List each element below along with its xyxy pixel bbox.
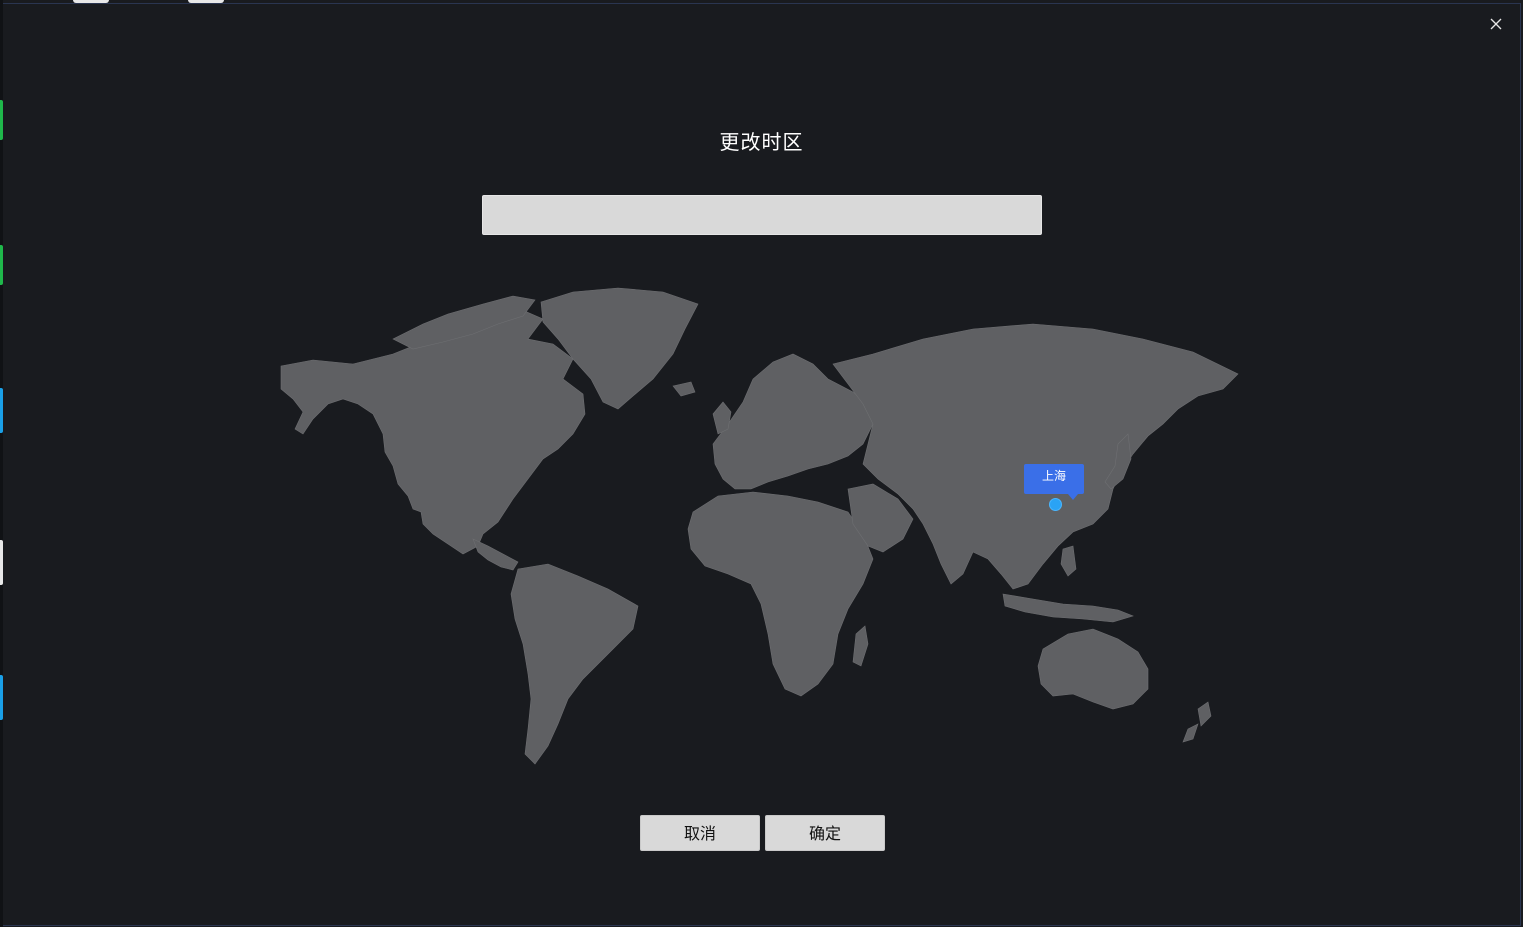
land-central-america — [472, 538, 519, 571]
close-button[interactable] — [1486, 14, 1506, 34]
land-iceland — [672, 381, 696, 397]
world-map-graphic — [280, 287, 1239, 765]
land-madagascar — [852, 625, 869, 667]
selected-city-label[interactable]: 上海 — [1024, 464, 1084, 500]
land-south-america — [510, 563, 639, 765]
land-philippines — [1060, 545, 1077, 577]
confirm-button[interactable]: 确定 — [765, 815, 885, 851]
land-asia — [832, 323, 1239, 590]
land-australia — [1037, 628, 1149, 710]
land-indonesia — [1002, 593, 1134, 623]
close-icon — [1490, 18, 1502, 30]
timezone-search-input[interactable] — [482, 195, 1042, 235]
selected-city-marker[interactable] — [1049, 498, 1062, 511]
cancel-button[interactable]: 取消 — [640, 815, 760, 851]
timezone-dialog: 更改时区 上海 取消 确定 — [3, 3, 1521, 926]
land-new-zealand — [1182, 701, 1212, 743]
dialog-title: 更改时区 — [719, 130, 804, 154]
land-africa — [687, 491, 874, 697]
world-map[interactable]: 上海 — [273, 284, 1253, 769]
